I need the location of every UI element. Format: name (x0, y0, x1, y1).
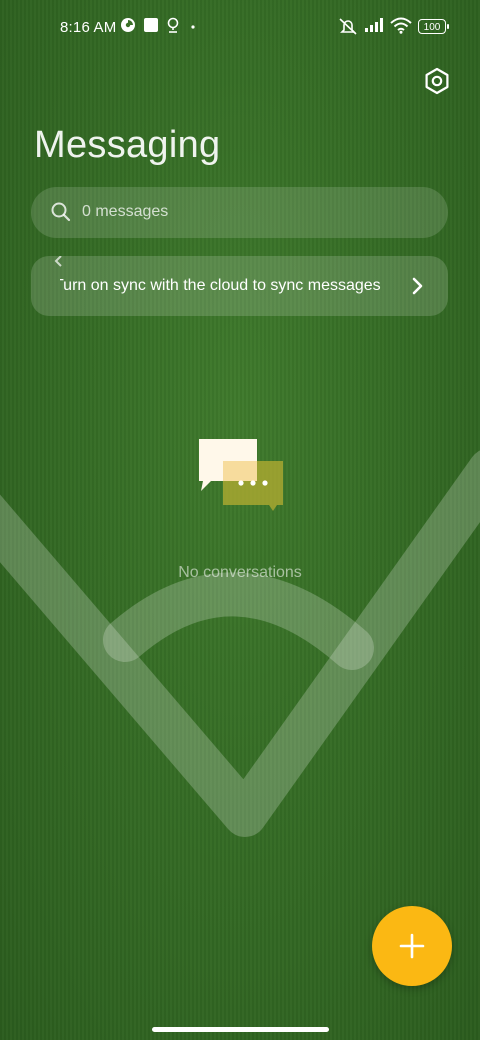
status-time: 8:16 AM (60, 19, 117, 36)
wifi-icon (390, 17, 412, 34)
plus-icon (399, 933, 425, 959)
page-title: Messaging (34, 124, 221, 166)
location-pin-icon (167, 17, 179, 33)
dot-icon (191, 25, 195, 29)
chevron-right-icon (412, 277, 423, 295)
sync-banner-text: Turn on sync with the cloud to sync mess… (60, 277, 381, 294)
home-indicator[interactable] (152, 1027, 329, 1032)
notification-square-icon (144, 18, 158, 32)
new-message-button[interactable] (372, 906, 452, 986)
search-placeholder: 0 messages (82, 203, 169, 220)
battery-icon: 100 (418, 19, 449, 34)
empty-conversations-icon (199, 439, 283, 511)
sync-banner[interactable]: Turn on sync with the cloud to sync mess… (31, 256, 448, 316)
chevron-left-icon (54, 256, 62, 267)
search-input[interactable]: 0 messages (31, 187, 448, 238)
data-saver-icon (121, 18, 135, 32)
search-icon (51, 202, 71, 222)
signal-icon (365, 18, 383, 32)
empty-state-text: No conversations (178, 564, 302, 581)
messaging-screen: 8:16 AM 100 Messaging 0 messages Turn on… (0, 0, 480, 1040)
settings-hexagon-icon[interactable] (422, 66, 452, 96)
status-bar: 8:16 AM 100 (0, 0, 480, 56)
silent-mode-icon (339, 18, 357, 35)
